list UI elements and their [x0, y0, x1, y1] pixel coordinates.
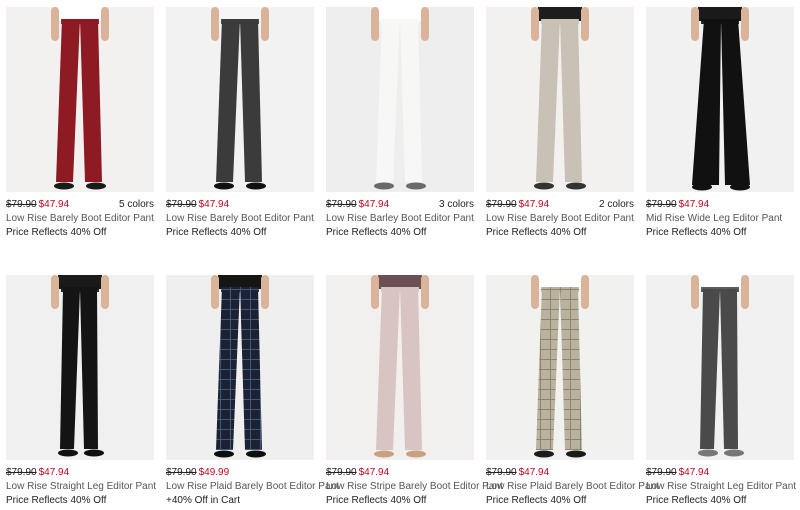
price-row: $79.90 $47.94 [6, 466, 154, 480]
price-row: $79.90 $47.94 [166, 198, 314, 212]
original-price: $79.90 [326, 199, 357, 210]
price-row: $79.90 $47.94 5 colors [6, 198, 154, 212]
sale-price: $47.94 [358, 199, 390, 210]
product-name-link[interactable]: Low Rise Straight Leg Editor Pant [646, 480, 796, 494]
product-name-link[interactable]: Low Rise Plaid Barely Boot Editor Pant [486, 480, 659, 494]
promo-text: +40% Off in Cart [166, 495, 241, 506]
promo-text: Price Reflects 40% Off [6, 495, 107, 506]
sale-price: $47.94 [38, 467, 70, 478]
product-image[interactable] [326, 7, 474, 192]
product-photo[interactable] [6, 7, 154, 192]
original-price: $79.90 [6, 199, 37, 210]
product-card[interactable]: $79.90 $47.94 Low Rise Straight Leg Editor… [646, 275, 796, 508]
promo-text: Price Reflects 40% Off [6, 227, 107, 238]
product-image[interactable] [646, 275, 794, 460]
price-row: $79.90 $47.94 [646, 466, 794, 480]
product-card[interactable]: $79.90 $47.94 Mid Rise Wide Leg Editor Pan… [646, 7, 794, 240]
original-price: $79.90 [646, 199, 677, 210]
product-name-link[interactable]: Low Rise Straight Leg Editor Pant [6, 480, 156, 494]
product-card[interactable]: $79.90 $47.94 Low Rise Straight Leg Editor… [6, 275, 156, 508]
product-card[interactable]: $79.90 $47.94 2 colors Low Rise Barely Boot… [486, 7, 634, 240]
original-price: $79.90 [6, 467, 37, 478]
product-photo[interactable] [486, 275, 634, 460]
product-name-link[interactable]: Low Rise Plaid Barely Boot Editor Pant [166, 480, 339, 494]
original-price: $79.90 [166, 199, 197, 210]
product-card[interactable]: $79.90 $47.94 3 colors Low Rise Barley Boot… [326, 7, 474, 240]
sale-price: $49.99 [198, 467, 230, 478]
original-price: $79.90 [486, 467, 517, 478]
price-row: $79.90 $47.94 [326, 466, 474, 480]
sale-price: $47.94 [678, 467, 710, 478]
price-row: $79.90 $47.94 3 colors [326, 198, 474, 212]
price-row: $79.90 $47.94 [486, 466, 634, 480]
product-name-link[interactable]: Low Rise Barely Boot Editor Pant [6, 212, 154, 226]
sale-price: $47.94 [358, 467, 390, 478]
product-card[interactable]: $79.90 $47.94 Low Rise Plaid Barely Boot E… [486, 275, 659, 508]
product-image[interactable] [166, 7, 314, 192]
product-photo[interactable] [6, 275, 154, 460]
promo-text: Price Reflects 40% Off [486, 495, 587, 506]
product-photo[interactable] [326, 7, 474, 192]
product-image[interactable] [166, 275, 314, 460]
product-image[interactable] [6, 7, 154, 192]
original-price: $79.90 [326, 467, 357, 478]
product-photo[interactable] [166, 7, 314, 192]
promo-text: Price Reflects 40% Off [646, 495, 747, 506]
promo-text: Price Reflects 40% Off [646, 227, 747, 238]
product-photo[interactable] [326, 275, 474, 460]
product-name-link[interactable]: Low Rise Barley Boot Editor Pant [326, 212, 474, 226]
product-card[interactable]: $79.90 $47.94 Low Rise Stripe Barely Boot … [326, 275, 503, 508]
promo-text: Price Reflects 40% Off [166, 227, 267, 238]
color-count[interactable]: 2 colors [599, 198, 634, 212]
promo-text: Price Reflects 40% Off [326, 227, 427, 238]
product-name-link[interactable]: Low Rise Barely Boot Editor Pant [166, 212, 314, 226]
original-price: $79.90 [646, 467, 677, 478]
product-grid: $79.90 $47.94 5 colors Low Rise Barely Boot… [0, 0, 800, 510]
product-name-link[interactable]: Low Rise Barely Boot Editor Pant [486, 212, 634, 226]
sale-price: $47.94 [38, 199, 70, 210]
original-price: $79.90 [486, 199, 517, 210]
color-count[interactable]: 5 colors [119, 198, 154, 212]
product-photo[interactable] [486, 7, 634, 192]
product-card[interactable]: $79.90 $49.99 Low Rise Plaid Barely Boot E… [166, 275, 339, 508]
product-image[interactable] [6, 275, 154, 460]
product-name-link[interactable]: Mid Rise Wide Leg Editor Pant [646, 212, 794, 226]
product-photo[interactable] [646, 7, 794, 192]
product-card[interactable]: $79.90 $47.94 5 colors Low Rise Barely Boot… [6, 7, 154, 240]
promo-text: Price Reflects 40% Off [326, 495, 427, 506]
product-image[interactable] [486, 7, 634, 192]
product-card[interactable]: $79.90 $47.94 Low Rise Barely Boot Editor … [166, 7, 314, 240]
product-image[interactable] [646, 7, 794, 192]
product-image[interactable] [486, 275, 634, 460]
sale-price: $47.94 [198, 199, 230, 210]
price-row: $79.90 $47.94 [646, 198, 794, 212]
product-photo[interactable] [646, 275, 794, 460]
price-row: $79.90 $49.99 [166, 466, 314, 480]
product-photo[interactable] [166, 275, 314, 460]
sale-price: $47.94 [678, 199, 710, 210]
product-name-link[interactable]: Low Rise Stripe Barely Boot Editor Pant [326, 480, 503, 494]
color-count[interactable]: 3 colors [439, 198, 474, 212]
price-row: $79.90 $47.94 2 colors [486, 198, 634, 212]
sale-price: $47.94 [518, 199, 550, 210]
sale-price: $47.94 [518, 467, 550, 478]
product-image[interactable] [326, 275, 474, 460]
original-price: $79.90 [166, 467, 197, 478]
promo-text: Price Reflects 40% Off [486, 227, 587, 238]
